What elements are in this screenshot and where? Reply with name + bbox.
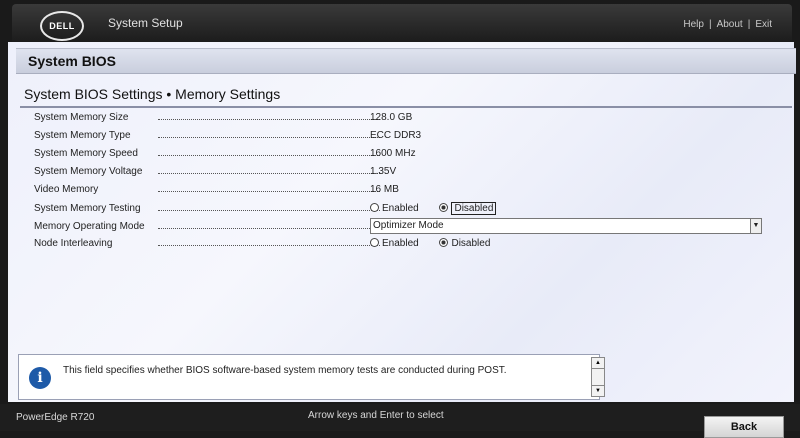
leader-dots [158,137,380,138]
system-model: PowerEdge R720 [16,412,95,423]
setting-value: 16 MB [370,184,399,195]
setting-row-video-memory[interactable]: Video Memory 16 MB [34,182,774,200]
leader-dots [158,191,380,192]
setting-row-operating-mode[interactable]: Memory Operating Mode Optimizer Mode ▼ [34,218,774,237]
title-divider [20,106,792,108]
leader-dots [158,228,380,229]
section-header: System BIOS [16,48,796,74]
radio-circle-selected [439,203,449,212]
app-title: System Setup [108,16,183,30]
footer-bar: PowerEdge R720 Arrow keys and Enter to s… [0,404,800,438]
settings-panel: System BIOS System BIOS Settings • Memor… [8,42,796,402]
exit-link[interactable]: Exit [755,19,772,30]
dell-logo: DELL [40,11,84,41]
setting-value: 1.35V [370,166,397,177]
setting-row-memory-size[interactable]: System Memory Size 128.0 GB [34,110,774,128]
leader-dots [158,173,380,174]
help-link[interactable]: Help [683,19,704,30]
memory-testing-disabled-radio[interactable]: Disabled [439,202,497,215]
scroll-down-icon[interactable]: ▼ [592,385,604,396]
help-scrollbar[interactable]: ▲ ▼ [591,357,605,397]
setting-row-node-interleaving[interactable]: Node Interleaving Enabled Disabled [34,236,774,254]
dropdown-arrow-icon[interactable]: ▼ [750,219,761,233]
about-link[interactable]: About [717,19,743,30]
memory-testing-radio-group: Enabled Disabled [370,202,514,215]
node-interleaving-disabled-radio[interactable]: Disabled [439,238,490,249]
help-box: i This field specifies whether BIOS soft… [18,354,605,400]
navigation-hint: Arrow keys and Enter to select [308,410,444,421]
back-button[interactable]: Back [704,416,784,438]
setting-label: System Memory Testing [34,203,141,214]
setting-row-memory-testing[interactable]: System Memory Testing Enabled Disabled [34,201,774,219]
setting-value: 1600 MHz [370,148,416,159]
setting-value: ECC DDR3 [370,130,422,141]
scroll-up-icon[interactable]: ▲ [592,358,604,369]
help-text: This field specifies whether BIOS softwa… [63,365,507,376]
radio-label: Enabled [382,238,419,249]
node-interleaving-radio-group: Enabled Disabled [370,238,508,249]
setting-label: System Memory Size [34,112,129,123]
setting-label: System Memory Type [34,130,131,141]
setting-label: Video Memory [34,184,99,195]
title-bar: DELL System Setup Help | About | Exit [12,4,792,42]
radio-circle [370,238,379,247]
setting-value: 128.0 GB [370,112,413,123]
info-icon: i [29,367,51,389]
link-separator: | [747,19,751,30]
radio-label: Disabled [451,202,497,215]
leader-dots [158,155,380,156]
radio-circle-selected [439,238,449,247]
leader-dots [158,119,380,120]
setting-label: Memory Operating Mode [34,221,145,232]
setting-label: System Memory Voltage [34,166,143,177]
radio-circle [370,203,379,212]
leader-dots [158,210,380,211]
leader-dots [158,245,380,246]
link-separator: | [708,19,712,30]
page-title: System BIOS Settings • Memory Settings [24,86,281,102]
setting-row-memory-type[interactable]: System Memory Type ECC DDR3 [34,128,774,146]
top-links: Help | About | Exit [683,19,772,30]
setting-label: Node Interleaving [34,238,113,249]
radio-label: Disabled [451,238,491,249]
radio-label: Enabled [382,203,419,214]
setting-row-memory-speed[interactable]: System Memory Speed 1600 MHz [34,146,774,164]
select-value: Optimizer Mode [373,220,444,231]
setting-label: System Memory Speed [34,148,138,159]
section-title: System BIOS [28,53,116,69]
memory-testing-enabled-radio[interactable]: Enabled [370,203,419,214]
operating-mode-select[interactable]: Optimizer Mode ▼ [370,218,762,234]
node-interleaving-enabled-radio[interactable]: Enabled [370,238,419,249]
setting-row-memory-voltage[interactable]: System Memory Voltage 1.35V [34,164,774,182]
